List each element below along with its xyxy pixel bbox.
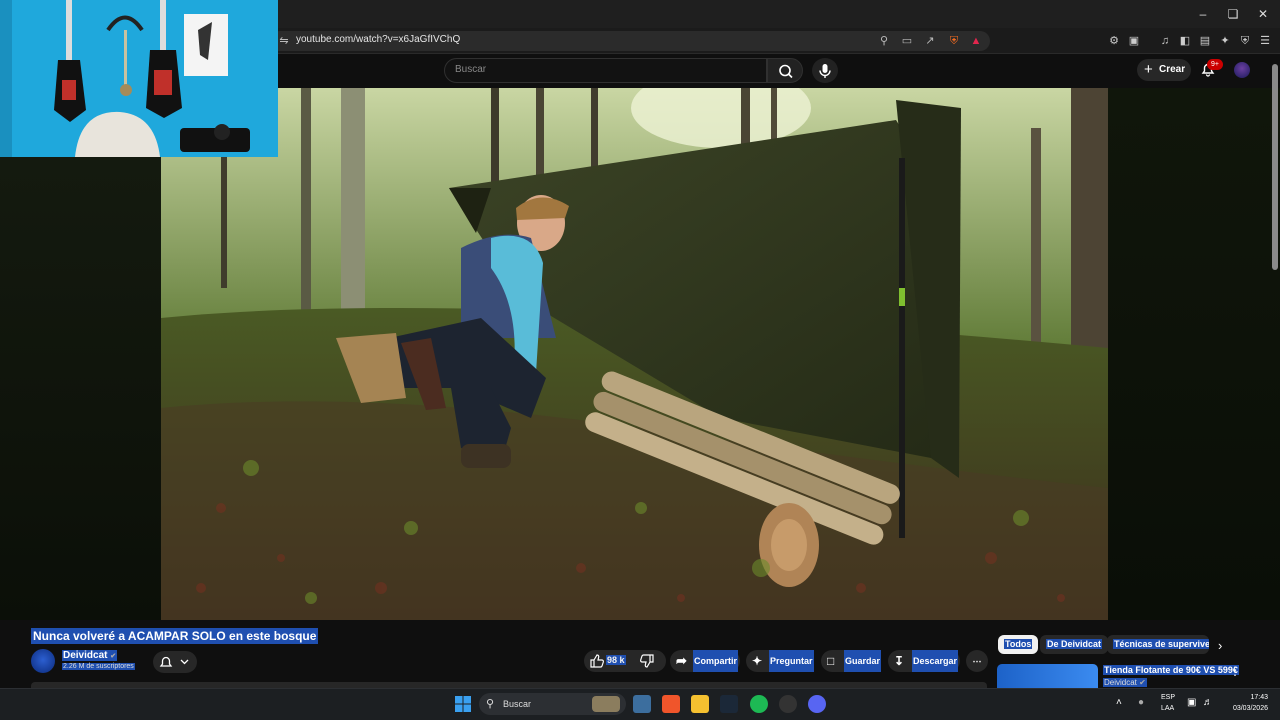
subscription-bell-button[interactable]	[153, 651, 197, 673]
brave-rewards-icon[interactable]: ▲	[968, 33, 984, 49]
language-code[interactable]: ESP	[1161, 694, 1175, 701]
search-input[interactable]	[444, 58, 767, 83]
chip-from-channel-label: De Deividcat	[1046, 639, 1103, 649]
recommendation-menu-icon[interactable]: ⋮	[1229, 664, 1241, 678]
webcam-overlay	[0, 0, 278, 157]
keyboard-layout[interactable]: LAA	[1161, 705, 1174, 712]
bookmark-icon: □	[827, 654, 835, 668]
channel-name-text: Deividcat	[63, 650, 108, 661]
folder-icon[interactable]	[691, 695, 709, 713]
share-icon: ➦	[676, 653, 687, 668]
taskbar-time[interactable]: 17:43	[1238, 694, 1268, 701]
plus-icon: +	[1144, 61, 1153, 78]
share-label: Compartir	[693, 650, 739, 672]
share-button[interactable]: ➦ Compartir	[670, 650, 740, 672]
notifications-badge: 9+	[1207, 59, 1223, 70]
download-icon: ↧	[894, 654, 905, 668]
page-scrollbar[interactable]	[1272, 64, 1278, 270]
more-icon: ⋯	[972, 656, 982, 666]
sparkle-icon: ✦	[752, 654, 763, 668]
bell-icon	[159, 656, 189, 667]
like-button[interactable]	[588, 653, 606, 669]
discord-icon[interactable]	[808, 695, 826, 713]
maximize-icon[interactable]: ❏	[1218, 4, 1248, 24]
extensions-icon[interactable]: ⚙	[1106, 33, 1122, 49]
search-placeholder: Buscar	[455, 64, 487, 75]
zoom-icon[interactable]: ⚲	[876, 33, 892, 49]
volume-icon[interactable]: ♬	[1203, 697, 1213, 708]
microphone-tray-icon[interactable]: ●	[1138, 697, 1144, 708]
taskbar-search-label: Buscar	[503, 699, 532, 709]
voice-search-button[interactable]	[812, 58, 838, 83]
ambient-left	[0, 157, 161, 620]
thumbs-down-icon	[640, 654, 654, 668]
obs-icon[interactable]	[779, 695, 797, 713]
channel-avatar[interactable]	[31, 649, 55, 673]
ask-label: Preguntar	[769, 650, 814, 672]
verified-icon: ✔	[110, 653, 117, 660]
tray-chevron-up-icon[interactable]: ˄	[1116, 697, 1122, 708]
cast-icon[interactable]: ▭	[899, 33, 915, 49]
recommendation-channel-name: Deividcat	[1104, 678, 1137, 687]
search-highlight-icon	[592, 696, 620, 712]
steam-icon[interactable]	[720, 695, 738, 713]
network-icon[interactable]: ▣	[1187, 697, 1196, 708]
menu-icon[interactable]: ☰	[1257, 33, 1273, 49]
video-title: Nunca volveré a ACAMPAR SOLO en este bos…	[31, 628, 319, 644]
chip-all[interactable]: Todos	[998, 635, 1039, 654]
verified-icon: ✔	[1139, 678, 1146, 687]
save-label: Guardar	[844, 650, 882, 672]
create-button[interactable]: + Crear	[1137, 59, 1191, 81]
chip-survival-techniques[interactable]: Técnicas de supervivenc	[1107, 635, 1209, 654]
recommendation-thumbnail[interactable]	[997, 664, 1098, 690]
media-icon[interactable]: ♫	[1157, 33, 1173, 49]
minimize-icon[interactable]: –	[1188, 4, 1218, 24]
like-count: 98 k	[606, 655, 626, 665]
create-label: Crear	[1159, 64, 1186, 75]
ask-button[interactable]: ✦ Preguntar	[746, 650, 814, 672]
webcam-feed-image	[0, 0, 278, 157]
thumbs-up-icon	[590, 654, 604, 668]
sidebar-icon[interactable]: ◧	[1177, 33, 1193, 49]
download-button[interactable]: ↧ Descargar	[888, 650, 960, 672]
leo-ai-icon[interactable]: ✦	[1217, 33, 1233, 49]
file-explorer-desktop-icon[interactable]	[633, 695, 651, 713]
dislike-button[interactable]	[638, 653, 656, 669]
chip-survival-label: Técnicas de supervivenc	[1113, 639, 1209, 649]
url-text[interactable]: youtube.com/watch?v=x6JaGfIVChQ	[296, 34, 460, 45]
wallet-icon[interactable]: ▣	[1126, 33, 1142, 49]
spotify-icon[interactable]	[750, 695, 768, 713]
video-player[interactable]	[161, 88, 1108, 620]
video-frame-image	[161, 88, 1108, 620]
chip-from-channel[interactable]: De Deividcat	[1040, 635, 1109, 654]
taskbar-search-icon: ⚲	[486, 698, 495, 710]
download-label: Descargar	[912, 650, 959, 672]
chip-all-label: Todos	[1004, 639, 1033, 649]
share-page-icon[interactable]: ↗	[922, 33, 938, 49]
search-button[interactable]	[767, 58, 803, 83]
save-button[interactable]: □ Guardar	[821, 650, 882, 672]
recommendation-channel[interactable]: Deividcat ✔	[1103, 678, 1147, 687]
channel-name[interactable]: Deividcat ✔	[62, 650, 118, 661]
brave-shield-icon[interactable]: ⛨	[946, 33, 962, 49]
taskbar-date[interactable]: 03/03/2026	[1226, 705, 1268, 712]
vpn-icon[interactable]: ⛨	[1237, 33, 1253, 49]
search-icon	[779, 64, 793, 79]
wallet2-icon[interactable]: ▤	[1197, 33, 1213, 49]
microphone-icon	[819, 64, 831, 78]
close-icon[interactable]: ✕	[1248, 4, 1278, 24]
account-avatar[interactable]	[1234, 62, 1250, 78]
windows-start-icon[interactable]	[455, 696, 471, 712]
subscriber-count: 2.26 M de suscriptores	[62, 663, 135, 670]
brave-browser-icon[interactable]	[662, 695, 680, 713]
chevron-right-icon[interactable]: ›	[1218, 638, 1222, 653]
more-actions-button[interactable]: ⋯	[966, 650, 988, 672]
recommendation-title[interactable]: Tienda Flotante de 90€ VS 599€	[1103, 665, 1239, 675]
site-settings-icon[interactable]: ⇋	[276, 33, 292, 49]
